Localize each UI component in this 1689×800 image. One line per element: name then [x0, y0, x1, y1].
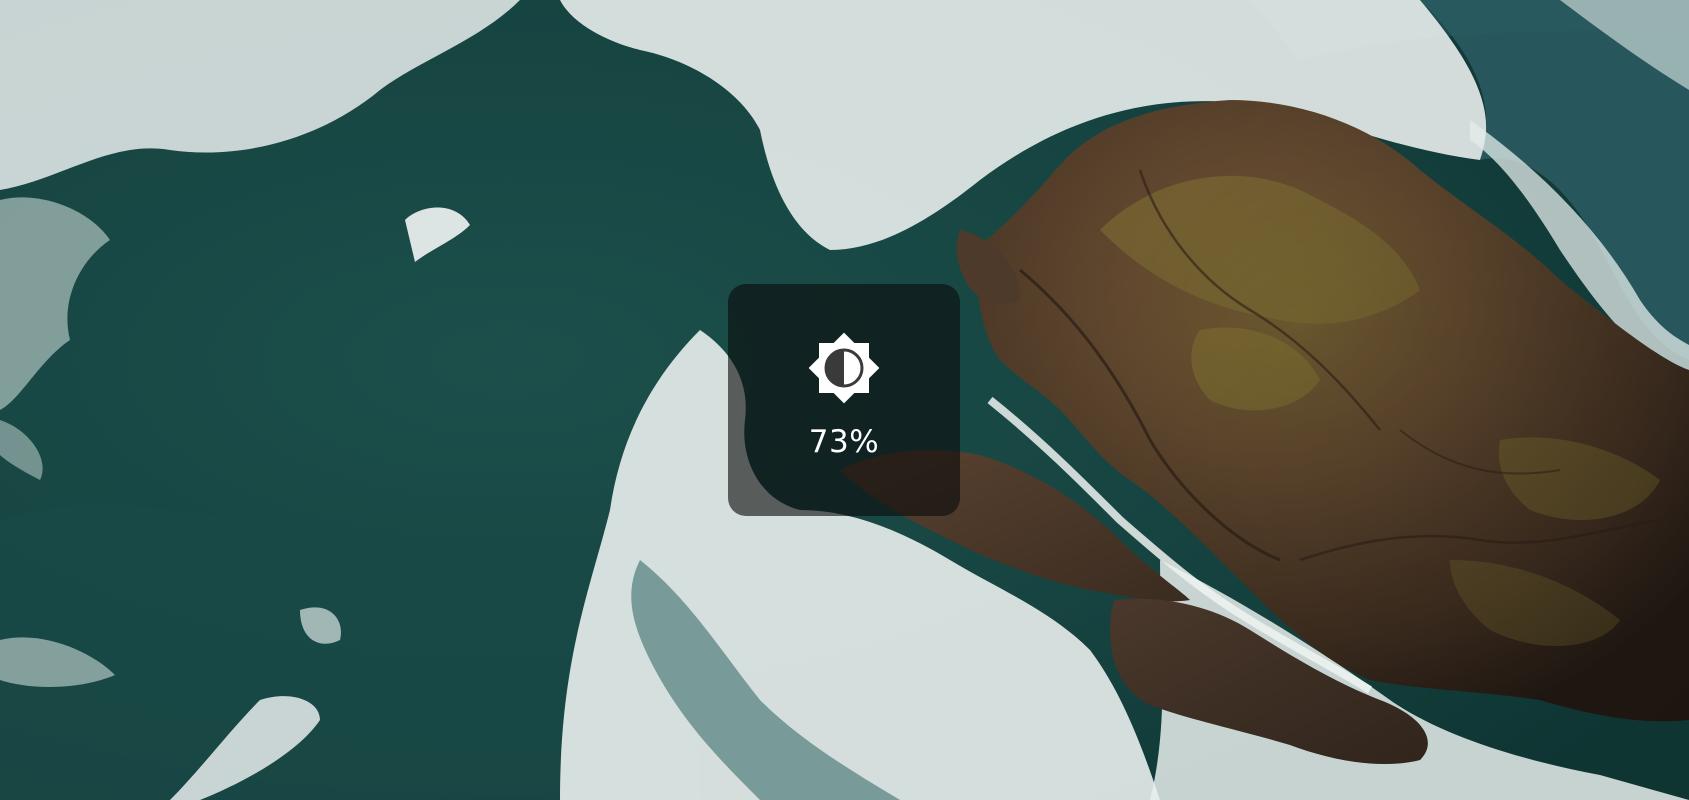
- brightness-value: 73%: [808, 424, 880, 460]
- brightness-icon: [808, 332, 880, 404]
- desktop: 73%: [0, 0, 1689, 800]
- brightness-osd: 73%: [728, 284, 960, 516]
